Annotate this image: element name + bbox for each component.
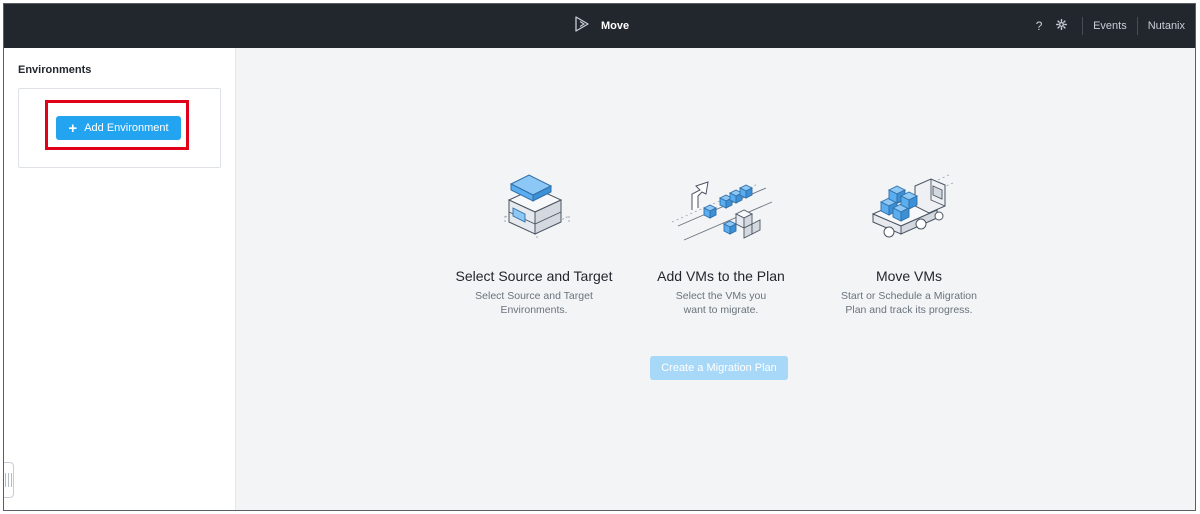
plus-icon: + xyxy=(68,119,78,137)
main-content: Select Source and Target Select Source a… xyxy=(236,48,1195,510)
add-environment-button[interactable]: + Add Environment xyxy=(56,116,181,140)
account-menu[interactable]: Nutanix xyxy=(1148,20,1185,32)
step-title: Add VMs to the Plan xyxy=(657,268,785,284)
step-description-line: Select Source and Target xyxy=(475,290,593,302)
step-description-line: Select the VMs you xyxy=(675,290,767,302)
sidebar-collapse-handle[interactable] xyxy=(4,462,14,498)
step-description-line: want to migrate. xyxy=(683,304,759,316)
events-link[interactable]: Events xyxy=(1093,20,1127,32)
sidebar-title: Environments xyxy=(18,64,92,76)
step-description-line: Plan and track its progress. xyxy=(845,304,973,316)
step-select-source-target: Select Source and Target Select Source a… xyxy=(434,166,634,317)
divider xyxy=(1082,17,1084,35)
step-description-line: Environments. xyxy=(500,304,568,316)
top-bar: Move ? Events Nutanix xyxy=(4,4,1195,48)
question-icon[interactable]: ? xyxy=(1028,19,1050,33)
add-vms-icon xyxy=(621,166,821,252)
step-add-vms: Add VMs to the Plan Select the VMs you w… xyxy=(621,166,821,317)
step-move-vms: Move VMs Start or Schedule a Migration P… xyxy=(809,166,1009,317)
source-target-icon xyxy=(434,166,634,252)
step-description: Select the VMs you want to migrate. xyxy=(621,289,821,317)
play-logo-icon xyxy=(573,15,593,38)
step-title: Select Source and Target xyxy=(455,268,613,284)
gear-icon[interactable] xyxy=(1050,19,1072,33)
step-title: Move VMs xyxy=(875,268,943,284)
grip-icon xyxy=(5,473,12,487)
divider xyxy=(1136,17,1138,35)
app-title: Move xyxy=(601,20,630,32)
move-vms-truck-icon xyxy=(809,166,1009,252)
step-description-line: Start or Schedule a Migration xyxy=(841,290,977,302)
create-migration-plan-button[interactable]: Create a Migration Plan xyxy=(650,356,788,380)
environments-sidebar: Environments + Add Environment xyxy=(4,48,236,510)
step-description: Select Source and Target Environments. xyxy=(434,289,634,317)
app-window: Move ? Events Nutanix Environments + Add… xyxy=(3,3,1196,511)
step-description: Start or Schedule a Migration Plan and t… xyxy=(809,289,1009,317)
add-environment-label: Add Environment xyxy=(84,122,169,134)
brand[interactable]: Move xyxy=(573,14,629,38)
top-right-controls: ? Events Nutanix xyxy=(1028,4,1195,48)
